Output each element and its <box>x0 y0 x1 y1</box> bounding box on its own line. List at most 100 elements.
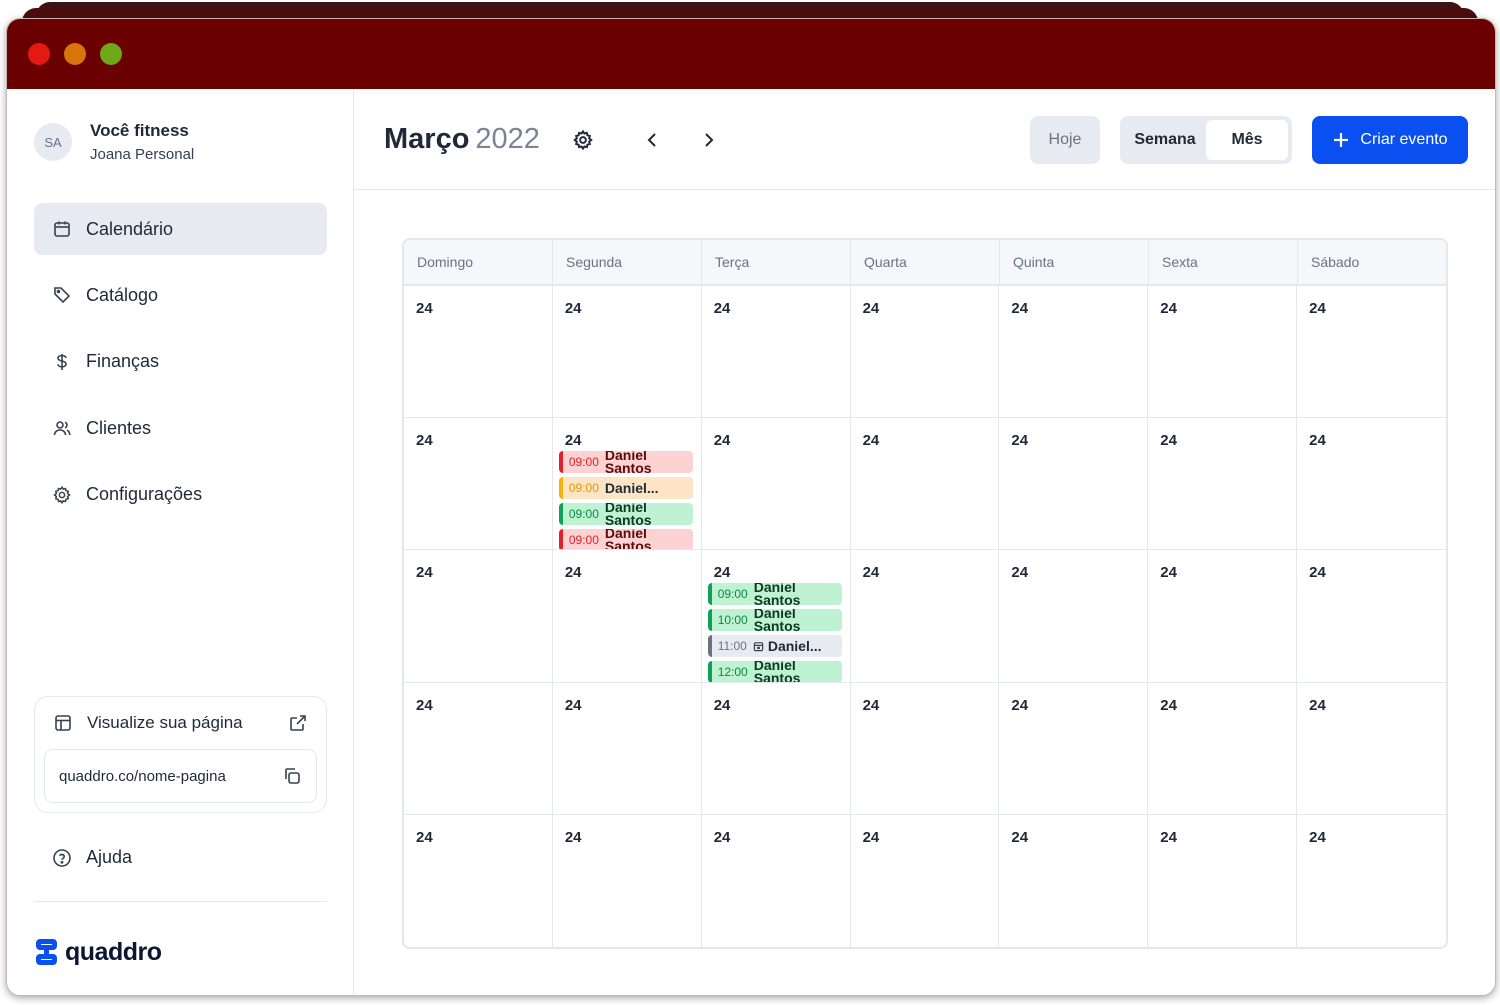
weekday-header-cell: Terça <box>702 240 851 284</box>
copy-icon[interactable] <box>282 766 302 786</box>
gear-icon <box>53 485 71 504</box>
sidebar-item-calendario[interactable]: Calendário <box>34 203 327 255</box>
page-preview-card: Visualize sua página quaddro.co/nome-pag… <box>34 696 327 813</box>
event-time: 11:00 <box>717 639 747 654</box>
event-time: 09:00 <box>568 481 599 496</box>
calendar-day-cell[interactable]: 24 <box>404 418 553 551</box>
day-number: 24 <box>564 432 582 450</box>
weekday-header: Domingo Segunda Terça Quarta Quinta Sext… <box>404 240 1446 286</box>
event-chip[interactable]: 10:00 Daniel Santos <box>707 609 842 632</box>
calendar-day-cell[interactable]: 24 <box>1297 550 1446 683</box>
calendar-day-cell[interactable]: 24 <box>1297 815 1446 947</box>
profile-name: Você fitness <box>90 121 189 140</box>
event-chip[interactable]: 09:00 Daniel... <box>558 477 693 500</box>
close-window-button[interactable] <box>28 43 50 65</box>
sidebar-item-label: Configurações <box>86 484 203 505</box>
zoom-window-button[interactable] <box>100 43 122 65</box>
view-switcher: Semana Mês <box>1120 116 1292 164</box>
page-url-field[interactable]: quaddro.co/nome-pagina <box>44 749 317 803</box>
calendar-day-cell[interactable]: 24 <box>701 418 851 551</box>
calendar-day-cell[interactable]: 24 <box>702 814 851 947</box>
event-list: 09:00 Daniel Santos 10:00 Daniel Santos 11:0… <box>707 583 842 682</box>
view-month-option[interactable]: Mês <box>1206 120 1288 160</box>
calendar-day-cell[interactable]: 24 <box>552 550 702 683</box>
gear-icon <box>573 129 593 151</box>
sidebar-item-configuracoes[interactable]: Configurações <box>34 469 327 521</box>
event-client-name: Daniel... <box>604 481 659 495</box>
calendar-day-cell[interactable]: 24 09:00 Daniel Santos 10:00 Daniel Santos 11… <box>701 550 851 683</box>
calendar-day-cell[interactable]: 24 <box>1148 286 1298 419</box>
day-number: 24 <box>1011 828 1029 846</box>
sidebar: SA Você fitness Joana Personal Calendári… <box>7 89 354 995</box>
calendar-settings-button[interactable] <box>570 127 596 153</box>
calendar-day-cell[interactable]: 24 <box>851 814 1000 947</box>
calendar-day-cell[interactable]: 24 <box>1297 418 1446 551</box>
event-client-name: Daniel Santos <box>604 529 652 551</box>
help-label: Ajuda <box>86 847 133 867</box>
sidebar-item-label: Clientes <box>86 417 152 438</box>
calendar-day-cell[interactable]: 24 <box>999 286 1149 419</box>
view-week-option[interactable]: Semana <box>1124 120 1206 160</box>
day-number: 24 <box>713 564 731 582</box>
calendar-day-cell[interactable]: 24 <box>850 286 1000 419</box>
titlebar <box>7 19 1495 89</box>
calendar-day-cell[interactable]: 24 09:00 Daniel Santos 09:00 Daniel... 09:00 D… <box>552 418 702 551</box>
profile[interactable]: SA Você fitness Joana Personal <box>34 121 194 163</box>
quaddro-logo-icon <box>36 939 57 965</box>
calendar-day-cell[interactable]: 24 <box>1148 814 1298 947</box>
day-number: 24 <box>1160 300 1177 317</box>
event-chip[interactable]: 11:00 Daniel... <box>707 635 842 658</box>
calendar-day-cell[interactable]: 24 <box>850 418 1000 551</box>
calendar-day-cell[interactable]: 24 <box>999 682 1149 815</box>
today-button[interactable]: Hoje <box>1030 116 1100 164</box>
day-number: 24 <box>713 828 731 846</box>
event-chip[interactable]: 12:00 Daniel Santos <box>707 661 842 682</box>
profile-subtitle: Joana Personal <box>90 146 195 163</box>
calendar-day-cell[interactable]: 24 <box>404 550 553 683</box>
calendar-day-cell[interactable]: 24 <box>404 682 553 815</box>
weekday-header-cell: Domingo <box>404 240 553 284</box>
calendar-day-cell[interactable]: 24 <box>999 550 1149 683</box>
event-chip[interactable]: 09:00 Daniel Santos <box>558 529 693 551</box>
event-chip[interactable]: 09:00 Daniel Santos <box>707 583 842 606</box>
weekday-header-cell: Quarta <box>851 240 1000 284</box>
external-link-icon[interactable] <box>288 713 308 733</box>
calendar-day-cell[interactable]: 24 <box>552 682 702 815</box>
day-number: 24 <box>713 300 731 317</box>
calendar-day-cell[interactable]: 24 <box>999 814 1149 947</box>
next-month-button[interactable] <box>695 127 721 153</box>
event-chip[interactable]: 09:00 Daniel Santos <box>558 503 693 526</box>
calendar-day-cell[interactable]: 24 <box>850 682 1000 815</box>
calendar-day-cell[interactable]: 24 <box>1148 550 1298 683</box>
calendar-day-cell[interactable]: 24 <box>850 550 1000 683</box>
day-number: 24 <box>862 432 880 450</box>
calendar-small-icon <box>753 641 764 652</box>
sidebar-item-clientes[interactable]: Clientes <box>34 402 327 454</box>
calendar-day-cell[interactable]: 24 <box>1297 683 1446 815</box>
calendar-day-cell[interactable]: 24 <box>1297 286 1446 419</box>
minimize-window-button[interactable] <box>64 43 86 65</box>
app-window: SA Você fitness Joana Personal Calendári… <box>6 18 1496 996</box>
calendar-day-cell[interactable]: 24 <box>553 814 702 947</box>
create-event-button[interactable]: Criar evento <box>1312 116 1468 164</box>
page-url-text: quaddro.co/nome-pagina <box>59 767 226 785</box>
calendar-day-cell[interactable]: 24 <box>1148 682 1298 815</box>
day-number: 24 <box>862 828 880 846</box>
calendar-day-cell[interactable]: 24 <box>404 814 553 947</box>
day-number: 24 <box>564 300 582 317</box>
calendar-day-cell[interactable]: 24 <box>999 418 1149 551</box>
calendar-day-cell[interactable]: 24 <box>701 682 851 815</box>
calendar-day-cell[interactable]: 24 <box>404 286 553 419</box>
previous-month-button[interactable] <box>640 127 666 153</box>
day-number: 24 <box>1309 696 1326 714</box>
event-time: 09:00 <box>568 507 599 522</box>
event-chip[interactable]: 09:00 Daniel Santos <box>558 451 693 474</box>
sidebar-item-financas[interactable]: Finanças <box>34 336 327 388</box>
brand-logo: quaddro <box>34 937 162 967</box>
calendar-day-cell[interactable]: 24 <box>701 286 851 419</box>
day-number: 24 <box>1011 300 1029 317</box>
calendar-day-cell[interactable]: 24 <box>552 286 702 419</box>
help-link[interactable]: Ajuda <box>52 847 132 868</box>
sidebar-item-catalogo[interactable]: Catálogo <box>34 269 327 321</box>
calendar-day-cell[interactable]: 24 <box>1148 418 1298 551</box>
